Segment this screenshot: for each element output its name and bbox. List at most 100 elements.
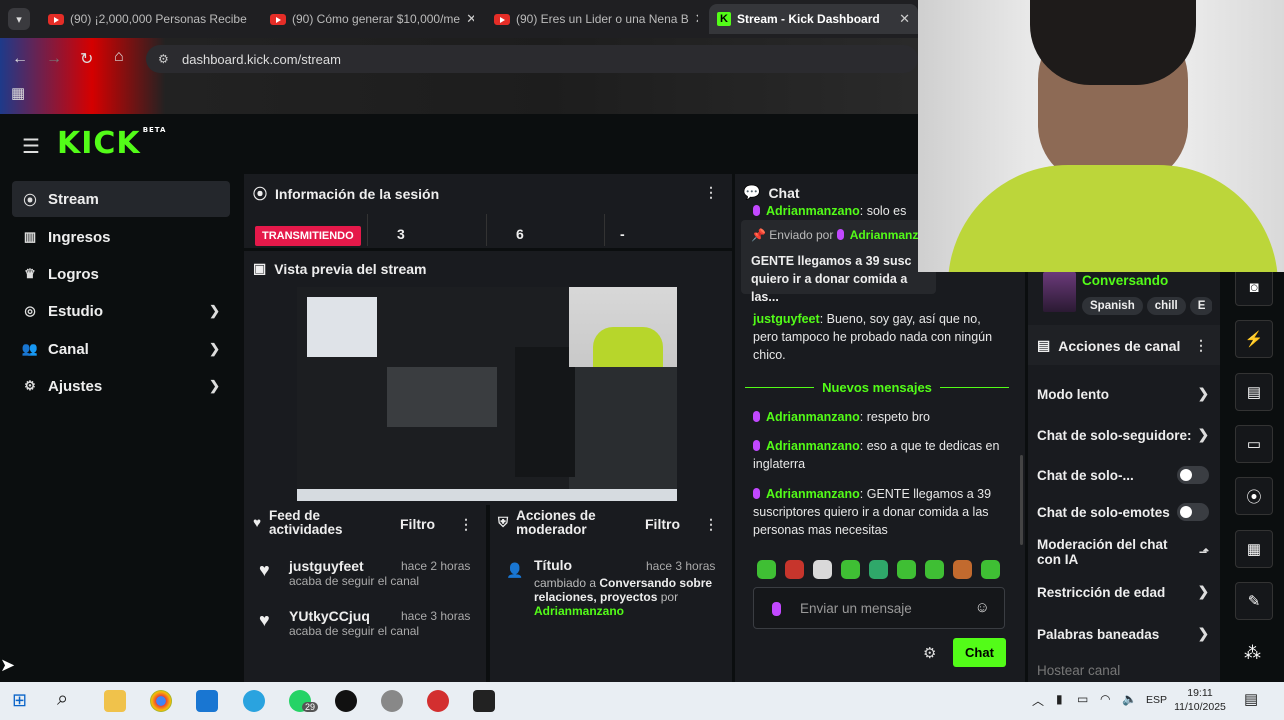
home-icon[interactable]: ⌂ [114, 48, 124, 66]
emote-icon[interactable] [953, 560, 972, 579]
moderator-menu-icon[interactable]: ⋮ [704, 516, 718, 533]
action-slow-mode[interactable]: Modo lento ❯ [1037, 386, 1209, 402]
volume-icon[interactable]: 🔈 [1122, 692, 1137, 706]
mouse-cursor-icon: ➤ [0, 655, 16, 675]
file-explorer-icon[interactable] [104, 690, 126, 712]
store-icon[interactable] [196, 690, 218, 712]
sidebar-item-ingresos[interactable]: ▥ Ingresos [12, 219, 230, 255]
close-tab-icon[interactable]: ✕ [695, 11, 698, 27]
action-host-channel[interactable]: Hostear canal [1037, 661, 1209, 680]
quick-action-lightning-icon[interactable]: ⚡ [1235, 320, 1273, 358]
apps-grid-icon[interactable]: ▦ [11, 84, 25, 102]
quick-action-chat-icon[interactable]: ▭ [1235, 425, 1273, 463]
address-bar[interactable]: ⚙ dashboard.kick.com/stream [146, 45, 918, 73]
hamburger-menu-icon[interactable]: ☰ [22, 134, 40, 159]
session-stat-followers: 6 [516, 226, 524, 242]
emoji-picker-icon[interactable]: ☺ [975, 599, 990, 616]
stream-category[interactable]: Conversando [1082, 273, 1168, 288]
browser-tab-2[interactable]: (90) Cómo generar $10,000/me ✕ [262, 4, 474, 34]
category-thumbnail[interactable] [1043, 272, 1076, 312]
stream-preview-video[interactable] [297, 287, 677, 501]
preview-icon: ▣ [253, 260, 267, 276]
chevron-up-icon[interactable]: ︿ [1032, 692, 1044, 709]
emote-icon[interactable] [785, 560, 804, 579]
pinned-message[interactable]: 📌 Enviado por Adrianmanzano GENTE llegam… [741, 220, 940, 304]
chat-message: Adrianmanzano: GENTE llegamos a 39 suscr… [753, 487, 992, 537]
stream-preview-title: ▣ Vista previa del stream [253, 260, 427, 277]
feed-menu-icon[interactable]: ⋮ [459, 516, 473, 533]
action-age-restriction[interactable]: Restricción de edad ❯ [1037, 584, 1209, 600]
wifi-icon[interactable]: ◠ [1100, 692, 1110, 706]
windows-start-icon[interactable]: ⊞ [12, 690, 27, 711]
reload-icon[interactable]: ↻ [80, 49, 93, 69]
browser-tab-1[interactable]: (90) ¡2,000,000 Personas Recibe✕ [40, 4, 252, 34]
emote-icon[interactable] [981, 560, 1000, 579]
quick-action-more-icon[interactable]: ⁂ [1244, 643, 1261, 663]
language-indicator[interactable]: ESP [1146, 694, 1167, 706]
channel-actions-menu-icon[interactable]: ⋮ [1194, 337, 1208, 354]
action-subscribers-only[interactable]: Chat de solo-... [1037, 466, 1209, 484]
mic-badge-icon [753, 205, 760, 216]
action-banned-words[interactable]: Palabras baneadas ❯ [1037, 626, 1209, 642]
notifications-icon[interactable]: ▤ [1244, 690, 1258, 708]
emote-icon[interactable] [897, 560, 916, 579]
chart-icon: ▥ [23, 229, 37, 244]
tab-search-button[interactable]: ▾ [8, 8, 30, 30]
feed-filter-button[interactable]: Filtro [400, 516, 435, 532]
new-messages-divider: Nuevos mensajes [745, 378, 1009, 396]
site-settings-icon[interactable]: ⚙ [158, 52, 169, 66]
quick-action-camera-icon[interactable]: ◙ [1235, 268, 1273, 306]
emote-icon[interactable] [869, 560, 888, 579]
chrome-icon[interactable] [150, 690, 172, 712]
gear-icon: ⚙ [24, 378, 36, 393]
search-icon[interactable]: ⌕ [57, 688, 68, 711]
capcut-icon[interactable] [473, 690, 495, 712]
sidebar-item-logros[interactable]: ♛ Logros [12, 256, 230, 292]
chat-settings-icon[interactable]: ⚙ [923, 644, 936, 662]
document-icon: ▤ [1037, 337, 1051, 353]
taskbar-clock[interactable]: 19:11 11/10/2025 [1170, 686, 1230, 714]
chat-message-input[interactable]: Enviar un mensaje ☺ [753, 587, 1005, 629]
browser-tab-3[interactable]: (90) Eres un Lider o una Nena B✕ [486, 4, 698, 34]
emote-icon[interactable] [841, 560, 860, 579]
emote-bar [757, 560, 1007, 580]
forward-arrow-icon[interactable]: → [46, 50, 62, 68]
back-arrow-icon[interactable]: ← [12, 50, 28, 68]
quick-action-wrench-icon[interactable]: ✎ [1235, 582, 1273, 620]
chevron-down-icon: ❯ [209, 341, 220, 356]
telegram-icon[interactable] [243, 690, 265, 712]
chat-send-button[interactable]: Chat [953, 638, 1006, 667]
emote-icon[interactable] [757, 560, 776, 579]
action-ai-moderation[interactable]: Moderación del chat con IA ⬏ [1037, 537, 1209, 567]
emote-icon[interactable] [813, 560, 832, 579]
sidebar-item-estudio[interactable]: ◎ Estudio ❯ [12, 293, 230, 329]
close-tab-icon[interactable]: ✕ [466, 11, 474, 27]
close-tab-icon[interactable]: ✕ [899, 11, 910, 27]
tiktok-icon[interactable] [335, 690, 357, 712]
moderator-filter-button[interactable]: Filtro [645, 516, 680, 532]
subscribers-only-toggle[interactable] [1177, 466, 1209, 484]
sidebar-item-ajustes[interactable]: ⚙ Ajustes ❯ [12, 368, 230, 404]
obs-icon[interactable] [427, 690, 449, 712]
youtube-icon [48, 13, 64, 25]
sidebar-item-stream[interactable]: ⦿ Stream [12, 181, 230, 217]
session-menu-icon[interactable]: ⋮ [704, 184, 718, 201]
action-followers-only[interactable]: Chat de solo-seguidore: ❯ [1037, 427, 1209, 443]
quick-action-broadcast-icon[interactable]: ⦿ [1235, 477, 1273, 515]
sidebar-item-canal[interactable]: 👥 Canal ❯ [12, 331, 230, 367]
tag[interactable]: chill [1146, 297, 1186, 315]
heart-icon: ♥ [259, 560, 270, 580]
browser-tab-active[interactable]: K Stream - Kick Dashboard ✕ [709, 4, 918, 34]
tag[interactable]: Spanish [1082, 297, 1143, 315]
chat-scrollbar[interactable] [1020, 455, 1023, 545]
settings-icon[interactable] [381, 690, 403, 712]
quick-action-notes-icon[interactable]: ▤ [1235, 373, 1273, 411]
emote-icon[interactable] [925, 560, 944, 579]
quick-action-layout-icon[interactable]: ▦ [1235, 530, 1273, 568]
action-emotes-only[interactable]: Chat de solo-emotes [1037, 503, 1209, 521]
kick-logo[interactable]: KICK BETA [57, 126, 166, 161]
battery-icon[interactable]: ▭ [1077, 692, 1088, 706]
microphone-icon[interactable]: ▮ [1056, 692, 1063, 706]
emotes-only-toggle[interactable] [1177, 503, 1209, 521]
pin-icon: 📌 [751, 228, 766, 242]
